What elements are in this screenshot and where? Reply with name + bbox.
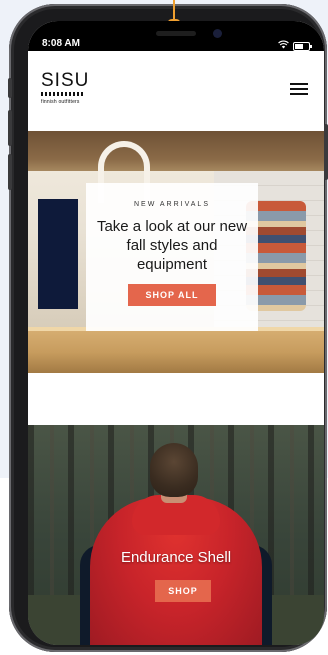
logo-wordmark: SISU	[41, 70, 90, 91]
hero-ceiling-wood	[28, 131, 324, 171]
hero-headline: Take a look at our new fall styles and e…	[96, 218, 248, 273]
speaker-grille	[156, 31, 196, 36]
battery-icon	[293, 41, 312, 51]
phone-notch	[101, 21, 261, 51]
logo-zigzag-mark	[41, 92, 83, 96]
phone-screen: 8:08 AM SISU finnish outfitters NEW ARRI…	[28, 21, 324, 645]
hero-blue-binder	[38, 199, 78, 309]
front-camera	[213, 29, 222, 38]
mute-switch	[8, 78, 12, 98]
hero-shelf	[28, 327, 324, 373]
person-head	[150, 443, 198, 497]
power-button	[324, 124, 328, 180]
new-arrivals-eyebrow: NEW ARRIVALS	[134, 201, 210, 208]
product-banner: Endurance Shell SHOP	[28, 425, 324, 645]
status-time: 8:08 AM	[42, 38, 80, 49]
phone-frame: 8:08 AM SISU finnish outfitters NEW ARRI…	[8, 4, 328, 652]
new-arrivals-card: NEW ARRIVALS Take a look at our new fall…	[86, 183, 258, 331]
volume-down-button	[8, 154, 12, 190]
hamburger-menu-icon[interactable]	[290, 83, 308, 96]
logo-tagline: finnish outfitters	[41, 99, 80, 105]
product-title: Endurance Shell	[120, 549, 232, 566]
site-header: SISU finnish outfitters	[28, 51, 324, 131]
volume-up-button	[8, 110, 12, 146]
shop-button[interactable]: SHOP	[155, 580, 211, 602]
hero-banner: NEW ARRIVALS Take a look at our new fall…	[28, 131, 324, 373]
shop-all-button[interactable]: SHOP ALL	[128, 284, 216, 306]
sisu-logo[interactable]: SISU finnish outfitters	[41, 71, 89, 105]
section-spacer	[28, 373, 324, 425]
